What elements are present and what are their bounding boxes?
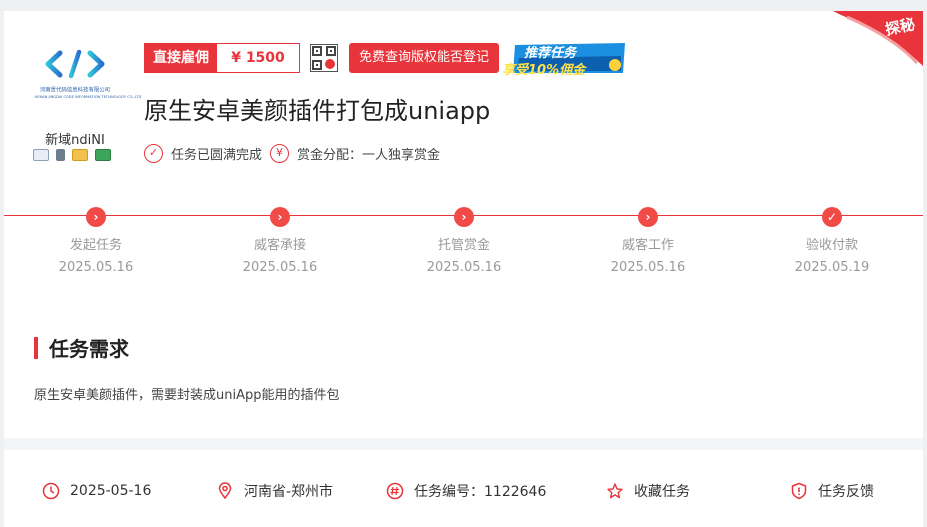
progress-step: › 威客承接 2025.05.16 (220, 207, 340, 275)
step-label: 威客承接 (253, 238, 306, 253)
chevron-right-icon: › (86, 207, 106, 227)
location: 河南省-郑州市 (216, 479, 333, 503)
section-divider (4, 438, 923, 450)
qr-code-icon[interactable] (310, 44, 338, 72)
favorite-button[interactable]: 收藏任务 (606, 479, 690, 503)
check-circle-icon: ✓ (144, 144, 163, 163)
task-card: 探秘 河南景代码信息科技有限公司 HENAN JINGDAI CODE INFO… (4, 11, 923, 527)
shield-alert-icon (791, 482, 807, 500)
task-title: 原生安卓美颜插件打包成uniapp (144, 97, 491, 125)
step-label: 发起任务 (69, 238, 122, 253)
id-card-icon[interactable] (33, 149, 49, 161)
employer-name[interactable]: 新域ndiNI (30, 129, 120, 148)
chevron-right-icon: › (638, 207, 658, 227)
task-number: 任务编号：1122646 (386, 479, 546, 503)
date-text: 2025-05-16 (70, 483, 152, 499)
section-accent-bar (34, 336, 38, 359)
feedback-button[interactable]: 任务反馈 (790, 479, 874, 503)
hire-tag: 直接雇佣 ¥ 1500 (144, 43, 300, 73)
yen-circle-icon: ¥ (270, 144, 290, 163)
feedback-label: 任务反馈 (818, 484, 874, 500)
hash-icon (386, 482, 404, 500)
section-title: 任务需求 (49, 337, 129, 361)
chevron-right-icon: › (454, 207, 474, 227)
star-icon (607, 483, 623, 499)
step-label: 托管赏金 (437, 238, 490, 253)
task-price: ¥ 1500 (231, 50, 285, 66)
location-text: 河南省-郑州市 (244, 484, 334, 500)
step-date: 2025.05.16 (610, 260, 686, 275)
promo-line2: 享受10%佣金 (502, 63, 586, 78)
employer-logo[interactable]: 河南景代码信息科技有限公司 HENAN JINGDAI CODE INFORMA… (30, 49, 142, 119)
favorite-label: 收藏任务 (634, 484, 690, 500)
progress-step: ✓ 验收付款 2025.05.19 (772, 207, 892, 275)
check-icon: ✓ (822, 207, 842, 227)
certification-icons (33, 149, 111, 161)
step-date: 2025.05.16 (426, 260, 502, 275)
task-meta: ✓ 任务已圆满完成 ¥ 赏金分配：一人独享赏金 (144, 144, 440, 163)
step-label: 威客工作 (621, 238, 674, 253)
copyright-check-button[interactable]: 免费查询版权能否登记 (349, 43, 500, 73)
reward-mode: 赏金分配：一人独享赏金 (297, 148, 441, 163)
step-date: 2025.05.16 (58, 260, 134, 275)
publish-date: 2025-05-16 (42, 479, 151, 503)
task-description: 原生安卓美颜插件，需要封装成uniApp能用的插件包 (34, 388, 340, 403)
clock-icon (42, 482, 60, 500)
progress-step: › 托管赏金 2025.05.16 (404, 207, 524, 275)
task-footer: 2025-05-16 河南省-郑州市 任务编号：1122646 收藏任务 任务反… (4, 479, 923, 503)
requirements-header: 任务需求 (34, 333, 129, 362)
email-icon[interactable] (72, 149, 88, 161)
logo-company-name: 河南景代码信息科技有限公司 (39, 87, 111, 94)
hire-label: 直接雇佣 (145, 44, 217, 72)
step-date: 2025.05.19 (794, 260, 870, 275)
step-date: 2025.05.16 (242, 260, 318, 275)
bank-card-icon[interactable] (95, 149, 111, 161)
progress-step: › 发起任务 2025.05.16 (36, 207, 156, 275)
chevron-right-icon: › (270, 207, 290, 227)
location-pin-icon (218, 482, 232, 500)
logo-company-subtext: HENAN JINGDAI CODE INFORMATION TECHNOLOG… (34, 94, 142, 99)
task-number-text: 任务编号：1122646 (414, 484, 547, 500)
progress-step: › 威客工作 2025.05.16 (588, 207, 708, 275)
task-status: 任务已圆满完成 (171, 148, 263, 163)
code-logo-icon (45, 49, 105, 79)
phone-icon[interactable] (56, 149, 65, 161)
step-label: 验收付款 (805, 238, 858, 253)
